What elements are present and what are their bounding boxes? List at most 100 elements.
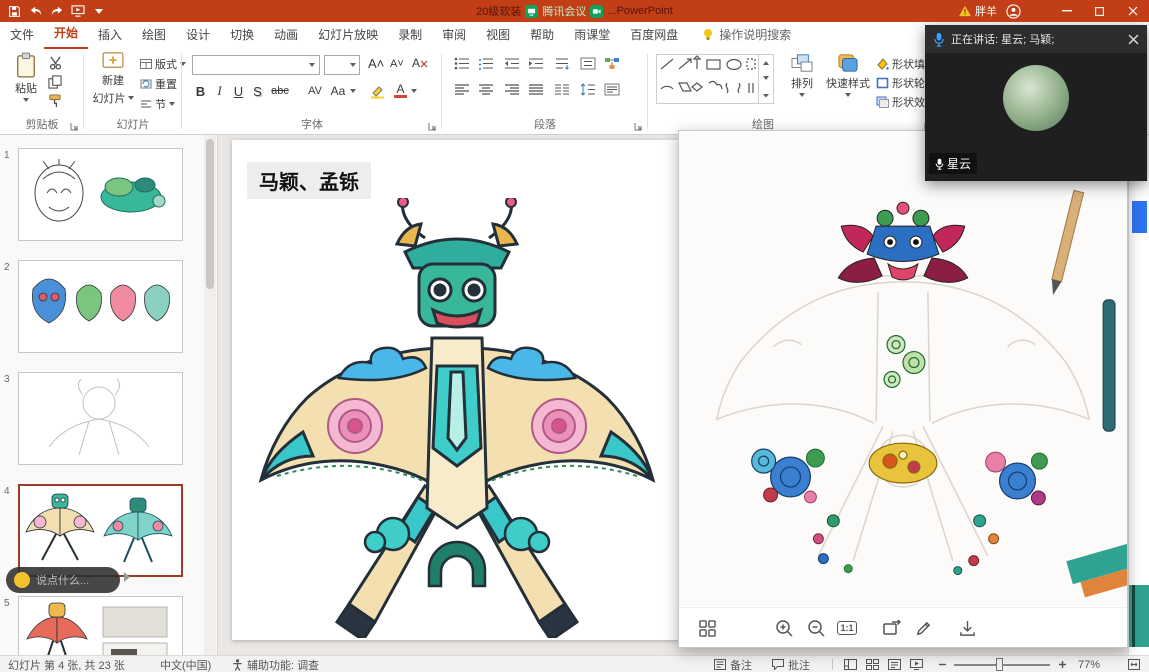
tab-view[interactable]: 视图	[476, 21, 520, 49]
slide-sorter-view-icon[interactable]	[866, 656, 879, 672]
thumbnail-scrollbar[interactable]	[204, 135, 216, 655]
gallery-up-icon[interactable]	[763, 61, 769, 65]
meeting-chat-input[interactable]: 说点什么...	[6, 567, 120, 593]
shape-gallery-scroll[interactable]	[758, 55, 773, 103]
comments-button[interactable]: 批注	[772, 656, 810, 672]
save-icon[interactable]	[4, 0, 25, 22]
section-button[interactable]: 节	[140, 95, 175, 112]
clipboard-dialog-launcher-icon[interactable]	[70, 122, 79, 131]
character-spacing-button[interactable]: AV	[304, 85, 326, 97]
tab-draw[interactable]: 绘图	[132, 21, 176, 49]
undo-icon[interactable]	[25, 0, 46, 22]
font-dialog-launcher-icon[interactable]	[428, 122, 437, 131]
grid-view-icon[interactable]	[697, 618, 717, 638]
increase-font-size-icon[interactable]: A˄	[368, 56, 384, 71]
tab-insert[interactable]: 插入	[88, 21, 132, 49]
tab-rain-classroom[interactable]: 雨课堂	[564, 21, 620, 49]
tab-animations[interactable]: 动画	[264, 21, 308, 49]
edit-pen-icon[interactable]	[913, 618, 933, 638]
zoom-out-icon[interactable]	[806, 618, 826, 638]
align-text-icon[interactable]	[580, 57, 596, 70]
slide-thumbnail-1[interactable]	[18, 148, 183, 241]
customize-qat-caret-icon[interactable]	[88, 0, 109, 22]
paragraph-dialog-launcher-icon[interactable]	[634, 122, 643, 131]
slideshow-view-icon[interactable]	[910, 656, 923, 672]
slide-thumbnail-4-selected[interactable]	[18, 484, 183, 577]
reading-view-icon[interactable]	[888, 656, 901, 672]
text-shadow-button[interactable]: S	[249, 84, 266, 99]
chat-collapse-icon[interactable]	[124, 572, 130, 582]
bold-button[interactable]: B	[192, 84, 209, 99]
warning-icon[interactable]	[958, 5, 972, 17]
tab-home[interactable]: 开始	[44, 19, 88, 49]
justify-icon[interactable]	[528, 83, 544, 96]
download-icon[interactable]	[957, 618, 977, 638]
vertical-scrollbar-thumb[interactable]	[1132, 201, 1147, 233]
meeting-close-icon[interactable]	[1128, 34, 1139, 45]
gallery-down-icon[interactable]	[763, 76, 769, 80]
slide-thumbnail-3[interactable]	[18, 372, 183, 465]
font-color-button[interactable]: A	[394, 84, 407, 98]
accessibility-status[interactable]: 辅助功能: 调查	[232, 656, 319, 672]
maximize-button[interactable]	[1083, 0, 1116, 22]
tab-help[interactable]: 帮助	[520, 21, 564, 49]
align-right-icon[interactable]	[504, 83, 520, 96]
minimize-button[interactable]	[1050, 0, 1083, 22]
bullet-list-icon[interactable]	[454, 57, 470, 70]
shape-gallery[interactable]	[656, 54, 774, 104]
actual-size-icon[interactable]: 1:1	[837, 618, 857, 638]
account-avatar-icon[interactable]	[1003, 0, 1024, 22]
align-center-icon[interactable]	[478, 83, 494, 96]
strikethrough-button[interactable]: abc	[268, 85, 292, 97]
decrease-font-size-icon[interactable]: A˅	[390, 58, 404, 70]
format-painter-icon[interactable]	[48, 94, 62, 108]
kite-illustration[interactable]	[242, 198, 672, 638]
account-user-name[interactable]: 胖羊	[975, 3, 997, 19]
zoom-slider-thumb[interactable]	[996, 658, 1003, 671]
slide-counter[interactable]: 幻灯片 第 4 张, 共 23 张	[8, 656, 125, 672]
rotate-copy-icon[interactable]	[882, 618, 902, 638]
layout-button[interactable]: 版式	[140, 55, 186, 72]
tab-design[interactable]: 设计	[176, 21, 220, 49]
notes-button[interactable]: 备注	[714, 656, 752, 672]
shape-text-layout-icon[interactable]	[604, 83, 620, 96]
thumbnail-scrollbar-thumb[interactable]	[206, 139, 214, 289]
quilling-artwork-photo[interactable]	[679, 131, 1127, 607]
line-spacing-icon[interactable]	[580, 83, 596, 96]
columns-icon[interactable]	[554, 83, 570, 96]
tell-me-search[interactable]: 操作说明搜索	[694, 21, 799, 49]
font-name-input[interactable]	[192, 55, 320, 75]
tab-slideshow[interactable]: 幻灯片放映	[308, 21, 388, 49]
tab-file[interactable]: 文件	[0, 21, 44, 49]
change-case-button[interactable]: Aa	[328, 84, 348, 98]
zoom-percentage[interactable]: 77%	[1078, 656, 1100, 672]
paste-button[interactable]: 粘贴	[8, 52, 44, 102]
text-direction-icon[interactable]	[554, 57, 570, 70]
normal-view-icon[interactable]	[844, 656, 857, 672]
tab-transitions[interactable]: 切换	[220, 21, 264, 49]
tab-record[interactable]: 录制	[388, 21, 432, 49]
arrange-button[interactable]: 排列	[782, 53, 822, 97]
reset-button[interactable]: 重置	[140, 75, 177, 92]
decrease-indent-icon[interactable]	[504, 57, 520, 70]
language-indicator[interactable]: 中文(中国)	[160, 656, 211, 672]
tab-baidu-netdisk[interactable]: 百度网盘	[620, 21, 688, 49]
zoom-out-button[interactable]	[938, 656, 947, 672]
cut-icon[interactable]	[48, 56, 63, 70]
font-size-input[interactable]	[324, 55, 360, 75]
highlight-color-icon[interactable]	[370, 84, 386, 99]
increase-indent-icon[interactable]	[528, 57, 544, 70]
slide-thumbnail-5[interactable]	[18, 596, 183, 655]
tab-review[interactable]: 审阅	[432, 21, 476, 49]
zoom-in-icon[interactable]	[774, 618, 794, 638]
slideshow-from-start-icon[interactable]	[67, 0, 88, 22]
numbered-list-icon[interactable]	[478, 57, 494, 70]
align-left-icon[interactable]	[454, 83, 470, 96]
close-button[interactable]	[1116, 0, 1149, 22]
convert-smartart-icon[interactable]	[604, 57, 620, 70]
redo-icon[interactable]	[46, 0, 67, 22]
zoom-in-button[interactable]	[1058, 656, 1067, 672]
fit-to-window-icon[interactable]	[1128, 656, 1140, 672]
copy-icon[interactable]	[48, 75, 62, 89]
clear-formatting-icon[interactable]: A	[412, 56, 428, 70]
